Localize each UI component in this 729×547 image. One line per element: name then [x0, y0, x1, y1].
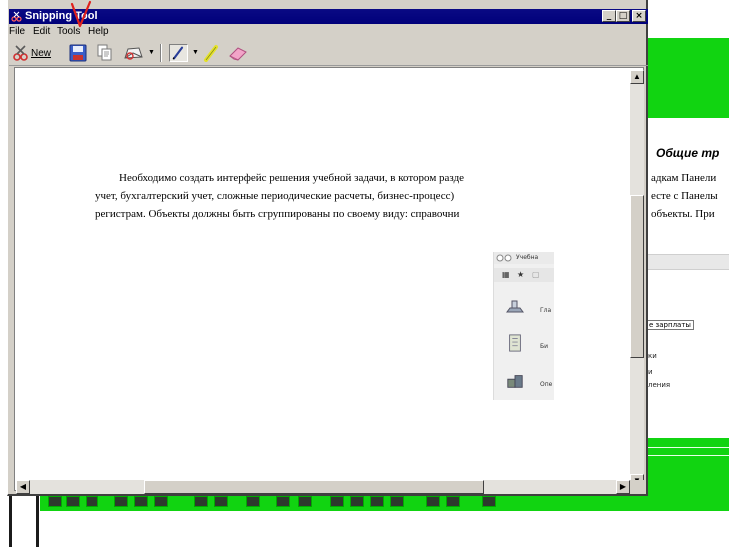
eraser-icon[interactable]: [227, 44, 249, 62]
embedded-nav-icon: [496, 254, 512, 262]
save-icon[interactable]: [69, 44, 87, 62]
format-numbered-list-icon[interactable]: [276, 496, 290, 507]
menu-edit[interactable]: Edit: [33, 26, 50, 37]
background-small-text: и: [648, 368, 653, 376]
horizontal-scrollbar[interactable]: ◀ ▶: [16, 480, 630, 494]
background-text-line: адкам Панели: [651, 172, 717, 184]
send-snip-icon[interactable]: [122, 44, 144, 62]
format-color-icon[interactable]: [154, 496, 168, 507]
embedded-window-titlebar: Учебна: [494, 252, 554, 264]
format-justify-icon[interactable]: [390, 496, 404, 507]
format-bold-icon[interactable]: [48, 496, 62, 507]
format-underline-icon[interactable]: [134, 496, 148, 507]
horizontal-scroll-thumb[interactable]: [144, 480, 484, 494]
embedded-item-label: Гла: [540, 307, 552, 314]
background-small-text: ления: [648, 381, 671, 389]
format-strike-icon[interactable]: [114, 496, 128, 507]
embedded-item-label: Опе: [540, 381, 553, 388]
format-align-right-icon[interactable]: [370, 496, 384, 507]
pen-tool-button[interactable]: [169, 44, 188, 62]
menu-tools[interactable]: Tools: [57, 26, 80, 37]
scroll-up-arrow-icon[interactable]: ▲: [630, 70, 644, 84]
captured-text-line: учет, бухгалтерский учет, сложные период…: [95, 190, 455, 202]
captured-embedded-window: Учебна ▦ ★ ▢ Гла Би Опе: [493, 252, 554, 400]
star-icon: ★: [517, 270, 525, 279]
scroll-right-arrow-icon[interactable]: ▶: [616, 480, 630, 494]
boxes-icon: [507, 375, 523, 388]
background-border-line: [9, 496, 12, 547]
background-green-band-top: [646, 38, 729, 118]
copy-icon[interactable]: [97, 44, 113, 62]
format-align-center-icon[interactable]: [350, 496, 364, 507]
scissors-app-icon: [11, 11, 22, 22]
background-document-page: [646, 118, 729, 438]
background-text-line: объекты. При: [651, 208, 715, 220]
embedded-window-title: Учебна: [516, 254, 539, 261]
format-size-icon[interactable]: [86, 496, 98, 507]
captured-text-line: Необходимо создать интерфейс решения уче…: [119, 172, 465, 184]
vertical-scrollbar[interactable]: ▲ ▼: [630, 70, 644, 488]
title-bar[interactable]: Snipping Tool _ □ ×: [9, 9, 648, 24]
scrollbar-corner: [630, 480, 644, 494]
format-extra-icon[interactable]: [482, 496, 496, 507]
menu-help[interactable]: Help: [88, 26, 109, 37]
format-table-icon[interactable]: [426, 496, 440, 507]
send-dropdown-arrow-icon[interactable]: ▼: [148, 49, 155, 56]
background-panel-strip: [646, 254, 729, 270]
new-snip-icon[interactable]: [12, 44, 30, 62]
pen-dropdown-arrow-icon[interactable]: ▼: [192, 49, 199, 56]
scroll-left-arrow-icon[interactable]: ◀: [16, 480, 30, 494]
format-picture-icon[interactable]: [246, 496, 260, 507]
menu-file[interactable]: File: [9, 26, 25, 37]
embedded-item-label: Би: [540, 343, 549, 350]
format-font-icon[interactable]: [66, 496, 80, 507]
highlighter-icon[interactable]: [202, 44, 220, 62]
desk-icon: [506, 300, 524, 313]
format-align-left-icon[interactable]: [330, 496, 344, 507]
format-outdent-icon[interactable]: [214, 496, 228, 507]
history-icon: ▢: [532, 270, 540, 279]
menu-bar: File Edit Tools Help: [9, 25, 648, 41]
book-icon: [509, 334, 521, 352]
format-indent-icon[interactable]: [194, 496, 208, 507]
maximize-button[interactable]: □: [616, 10, 630, 22]
background-text-line: есте с Панелы: [651, 190, 718, 202]
background-heading: Общие тр: [656, 146, 720, 160]
captured-text-line: регистрам. Объекты должны быть сгруппиро…: [95, 208, 460, 220]
format-bullet-list-icon[interactable]: [298, 496, 312, 507]
background-small-text: ки: [648, 352, 657, 360]
pen-icon: [172, 46, 184, 60]
format-link-icon[interactable]: [446, 496, 460, 507]
close-button[interactable]: ×: [632, 10, 646, 22]
embedded-toolbar: ▦ ★ ▢: [494, 268, 554, 282]
background-border-line: [36, 496, 39, 547]
vertical-scroll-thumb[interactable]: [630, 195, 644, 358]
background-field-box: е зарплаты: [646, 320, 694, 330]
minimize-button[interactable]: _: [602, 10, 616, 22]
new-button-label[interactable]: New: [31, 48, 51, 59]
toolbar-separator: [160, 44, 162, 62]
window-title: Snipping Tool: [25, 10, 98, 22]
grid-icon: ▦: [502, 270, 510, 279]
toolbar: New ▼ ▼: [9, 41, 648, 66]
